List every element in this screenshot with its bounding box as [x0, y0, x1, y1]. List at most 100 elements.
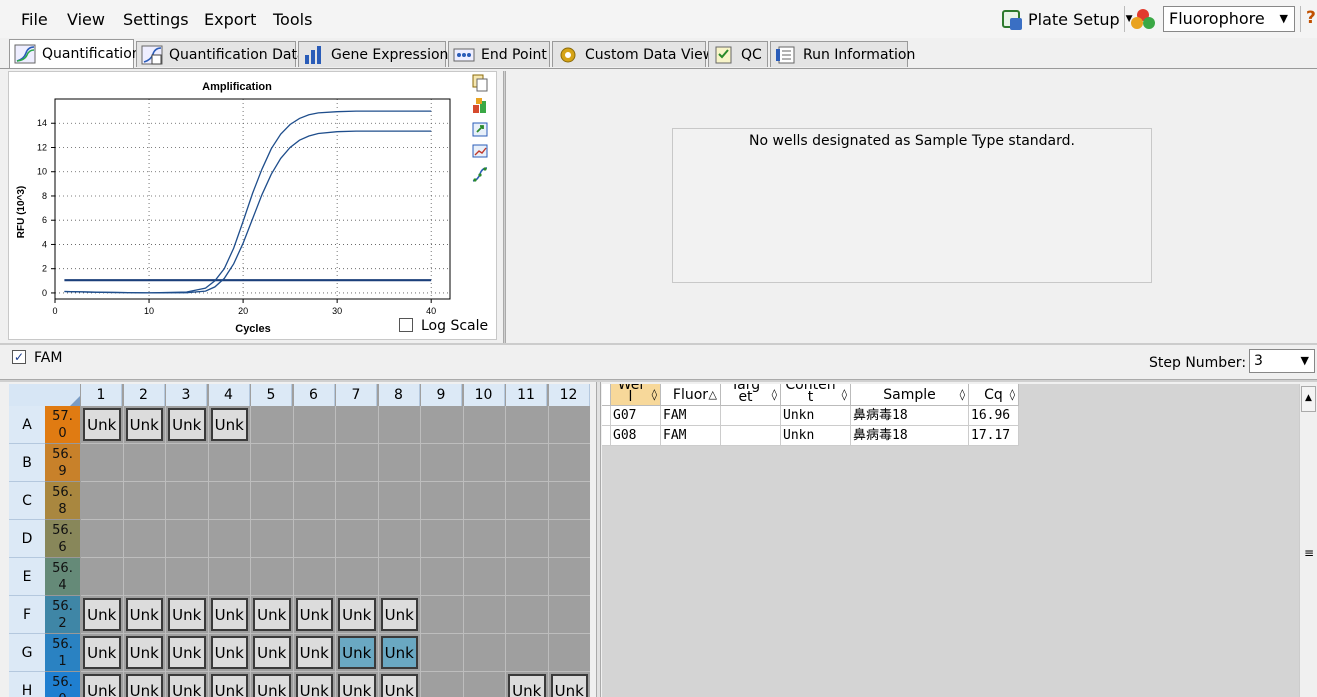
- panel-splitter[interactable]: [596, 382, 601, 697]
- plate-well[interactable]: [548, 634, 590, 672]
- plate-well[interactable]: [421, 596, 464, 634]
- plate-well[interactable]: [81, 444, 124, 482]
- plate-setup-button[interactable]: Plate Setup ▼: [1000, 6, 1133, 32]
- plate-well[interactable]: Unk: [251, 634, 294, 672]
- fam-checkbox[interactable]: ✓: [12, 350, 26, 364]
- plate-well[interactable]: [251, 520, 294, 558]
- plate-well[interactable]: [548, 558, 590, 596]
- table-column-header[interactable]: Cq ◊: [969, 384, 1019, 406]
- plate-well[interactable]: [421, 672, 464, 697]
- plate-well[interactable]: [548, 596, 590, 634]
- plate-well[interactable]: [166, 520, 209, 558]
- plate-well[interactable]: [548, 520, 590, 558]
- export-chart-icon[interactable]: [471, 120, 489, 138]
- plate-column-header[interactable]: 7: [336, 384, 377, 406]
- table-column-header[interactable]: Fluor △: [661, 384, 721, 406]
- plate-well[interactable]: [293, 558, 336, 596]
- plate-well[interactable]: Unk: [506, 672, 549, 697]
- plate-column-header[interactable]: 4: [208, 384, 250, 406]
- plate-well[interactable]: [421, 520, 464, 558]
- plate-column-header[interactable]: 6: [293, 384, 335, 406]
- plate-well[interactable]: [421, 482, 464, 520]
- plate-well[interactable]: Unk: [81, 634, 124, 672]
- plate-well[interactable]: [463, 596, 506, 634]
- plate-well[interactable]: [293, 520, 336, 558]
- table-column-header[interactable]: Sample ◊: [851, 384, 969, 406]
- plate-well[interactable]: [378, 520, 421, 558]
- curve-fit-icon[interactable]: [471, 166, 489, 184]
- plate-well[interactable]: Unk: [123, 596, 166, 634]
- plate-well[interactable]: Unk: [293, 634, 336, 672]
- plate-well[interactable]: [378, 444, 421, 482]
- plate-well[interactable]: [123, 444, 166, 482]
- plate-well[interactable]: [463, 482, 506, 520]
- amplification-chart[interactable]: Amplification Cycles RFU (10^3) 0 10 20 30 4…: [9, 72, 496, 339]
- plate-well[interactable]: [506, 444, 549, 482]
- table-column-header[interactable]: Targ et ◊: [721, 384, 781, 406]
- plate-well[interactable]: [421, 444, 464, 482]
- plate-row-header[interactable]: D: [9, 520, 45, 558]
- plate-well[interactable]: Unk: [336, 672, 379, 697]
- plate-well[interactable]: [506, 520, 549, 558]
- plate-well[interactable]: Unk: [81, 672, 124, 697]
- table-column-header[interactable]: Conten t ◊: [781, 384, 851, 406]
- plate-well[interactable]: [251, 444, 294, 482]
- plate-well[interactable]: [378, 482, 421, 520]
- panel-splitter[interactable]: [503, 71, 506, 343]
- plate-well[interactable]: [208, 482, 251, 520]
- horizontal-splitter[interactable]: [0, 343, 1317, 345]
- plate-well[interactable]: [166, 444, 209, 482]
- plate-well[interactable]: [463, 520, 506, 558]
- plate-well[interactable]: [421, 558, 464, 596]
- plate-column-header[interactable]: 2: [123, 384, 165, 406]
- plate-well[interactable]: [463, 444, 506, 482]
- plate-well[interactable]: Unk: [294, 672, 336, 697]
- plate-well[interactable]: Unk: [208, 406, 251, 444]
- tab-gene-expression[interactable]: Gene Expression: [298, 41, 448, 67]
- plate-select-all-corner[interactable]: [9, 384, 80, 406]
- plate-well[interactable]: [293, 406, 336, 444]
- plate-well[interactable]: Unk: [336, 634, 379, 672]
- plate-well[interactable]: [336, 406, 379, 444]
- table-row-indicator[interactable]: [602, 406, 611, 426]
- table-cell[interactable]: Unkn: [781, 406, 851, 426]
- plate-well[interactable]: [251, 482, 294, 520]
- tab-custom-data-view[interactable]: Custom Data View: [552, 41, 714, 67]
- plate-well[interactable]: [81, 558, 124, 596]
- plate-column-header[interactable]: 10: [463, 384, 505, 406]
- plate-well[interactable]: Unk: [124, 672, 166, 697]
- table-cell[interactable]: 17.17: [969, 426, 1019, 446]
- plate-well[interactable]: Unk: [251, 596, 294, 634]
- tab-qc[interactable]: QC: [708, 41, 768, 67]
- plate-well[interactable]: [548, 482, 590, 520]
- plate-row-header[interactable]: E: [9, 558, 45, 596]
- plate-well[interactable]: Unk: [208, 596, 251, 634]
- table-cell[interactable]: 16.96: [969, 406, 1019, 426]
- plate-well[interactable]: [506, 406, 549, 444]
- plate-row-header[interactable]: G: [9, 634, 45, 672]
- plate-well[interactable]: Unk: [123, 634, 166, 672]
- table-cell[interactable]: 鼻病毒18: [851, 406, 969, 426]
- plate-well[interactable]: [208, 444, 251, 482]
- plate-row-header[interactable]: C: [9, 482, 45, 520]
- plate-well[interactable]: Unk: [549, 672, 591, 697]
- plate-well[interactable]: [506, 634, 549, 672]
- plate-row-header[interactable]: F: [9, 596, 45, 634]
- plate-well[interactable]: [548, 444, 590, 482]
- table-cell[interactable]: FAM: [661, 426, 721, 446]
- log-scale-checkbox[interactable]: [399, 318, 413, 332]
- plate-well[interactable]: [123, 558, 166, 596]
- plate-well[interactable]: [336, 520, 379, 558]
- plate-well[interactable]: Unk: [336, 596, 379, 634]
- plate-well[interactable]: [293, 444, 336, 482]
- table-cell[interactable]: Unkn: [781, 426, 851, 446]
- plate-well[interactable]: Unk: [251, 672, 294, 697]
- plate-well[interactable]: [464, 672, 506, 697]
- plate-well[interactable]: [378, 406, 421, 444]
- tab-quantification-data[interactable]: Quantification Data: [136, 41, 306, 67]
- plate-well[interactable]: Unk: [378, 634, 421, 672]
- plate-well[interactable]: [336, 444, 379, 482]
- horizontal-splitter[interactable]: [0, 379, 1317, 382]
- tab-run-information[interactable]: Run Information: [770, 41, 915, 67]
- plate-well[interactable]: [378, 558, 421, 596]
